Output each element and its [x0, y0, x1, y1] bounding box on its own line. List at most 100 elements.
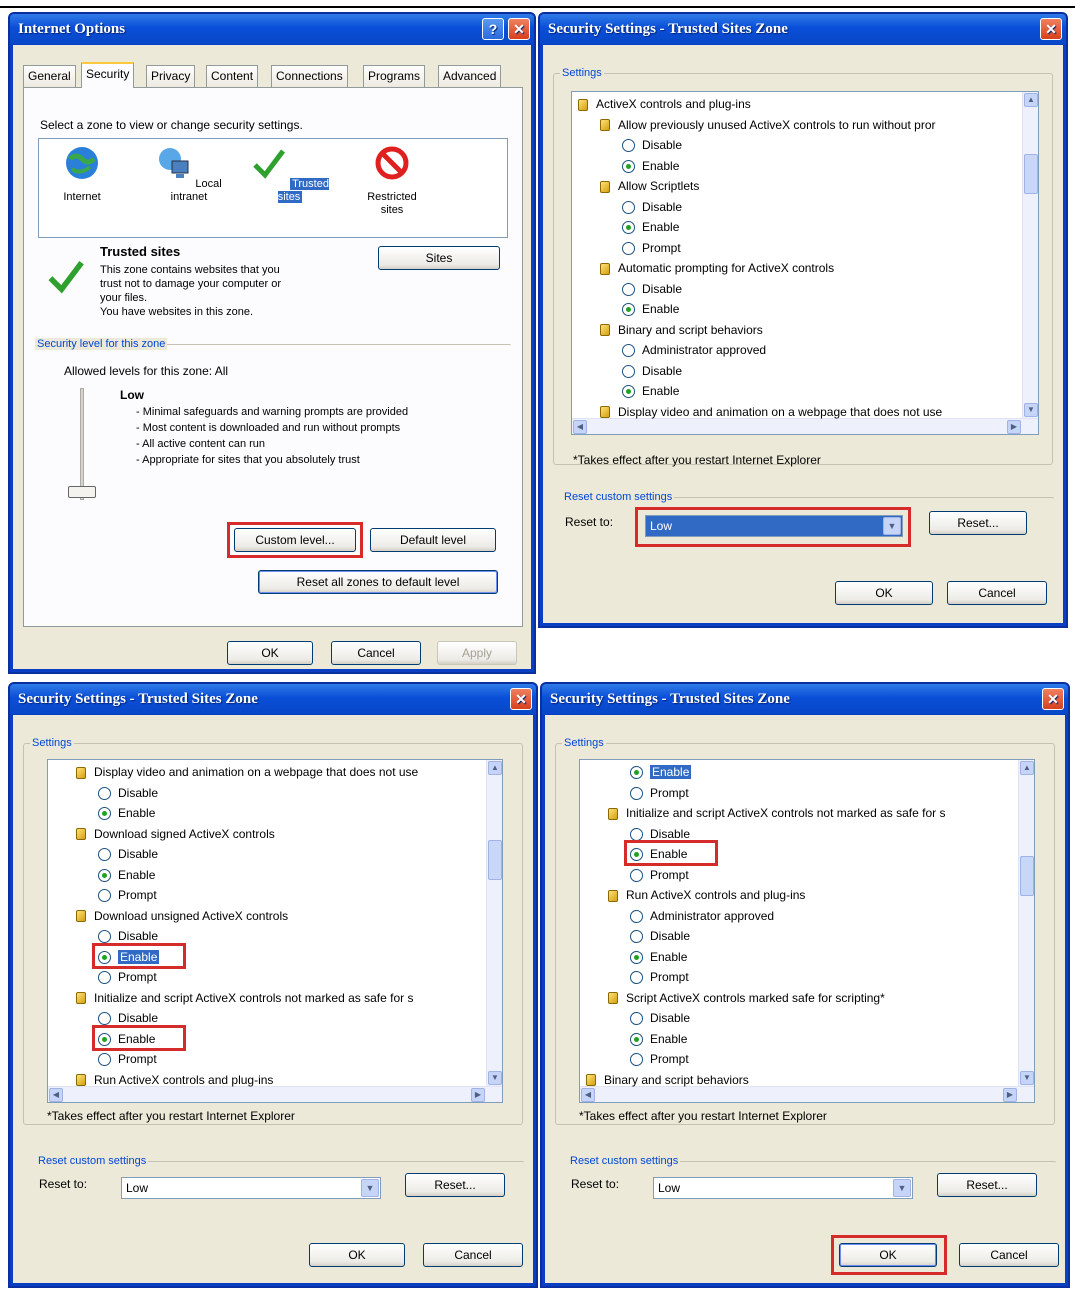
scroll-thumb[interactable] — [488, 840, 502, 880]
setting-option[interactable]: Enable — [622, 299, 679, 319]
radio-unchecked-icon[interactable] — [622, 200, 635, 214]
radio-unchecked-icon[interactable] — [98, 930, 111, 944]
setting-option[interactable]: Enable — [630, 947, 687, 967]
scroll-right-icon[interactable]: ▶ — [1007, 420, 1021, 434]
zone-internet[interactable]: Internet — [47, 145, 117, 204]
tab-content[interactable]: Content — [206, 65, 259, 87]
setting-option[interactable]: Prompt — [98, 1049, 157, 1069]
radio-unchecked-icon[interactable] — [630, 786, 643, 800]
radio-unchecked-icon[interactable] — [622, 282, 635, 296]
radio-checked-icon[interactable] — [630, 766, 643, 780]
setting-option[interactable]: Enable — [98, 803, 155, 823]
setting-option[interactable]: Enable — [622, 381, 679, 401]
radio-unchecked-icon[interactable] — [630, 1012, 643, 1026]
setting-option[interactable]: Enable — [622, 217, 679, 237]
zone-restricted-sites[interactable]: Restricted sites — [357, 145, 427, 217]
radio-unchecked-icon[interactable] — [622, 139, 635, 153]
help-button[interactable]: ? — [482, 18, 504, 40]
setting-option[interactable]: Prompt — [98, 967, 157, 987]
cancel-button[interactable]: Cancel — [947, 581, 1047, 605]
tab-advanced[interactable]: Advanced — [438, 65, 502, 87]
setting-option[interactable]: Disable — [98, 844, 158, 864]
tab-connections[interactable]: Connections — [271, 65, 348, 87]
ok-button[interactable]: OK — [309, 1243, 405, 1267]
setting-option[interactable]: Disable — [622, 279, 682, 299]
vertical-scrollbar[interactable]: ▲ ▼ — [486, 760, 502, 1086]
chevron-down-icon[interactable]: ▼ — [361, 1179, 379, 1197]
setting-option[interactable]: Disable — [622, 361, 682, 381]
close-button[interactable]: ✕ — [510, 688, 532, 710]
radio-checked-icon[interactable] — [622, 159, 635, 173]
reset-button[interactable]: Reset... — [929, 511, 1027, 535]
chevron-down-icon[interactable]: ▼ — [893, 1179, 911, 1197]
reset-button[interactable]: Reset... — [937, 1173, 1037, 1197]
radio-unchecked-icon[interactable] — [630, 868, 643, 882]
radio-unchecked-icon[interactable] — [98, 971, 111, 985]
zone-trusted-sites[interactable]: Trusted sites — [247, 145, 333, 204]
settings-list[interactable]: ▲ ▼ ◀ ▶ Enable Prompt Initialize and scrip… — [579, 759, 1035, 1103]
setting-option[interactable]: Enable — [630, 762, 692, 782]
setting-option[interactable]: Disable — [98, 783, 158, 803]
reset-to-select[interactable]: Low ▼ — [121, 1177, 381, 1199]
radio-checked-icon[interactable] — [98, 807, 111, 821]
radio-unchecked-icon[interactable] — [630, 930, 643, 944]
level-slider-track[interactable] — [80, 388, 84, 500]
reset-to-select[interactable]: Low ▼ — [653, 1177, 913, 1199]
close-button[interactable]: ✕ — [1042, 688, 1064, 710]
radio-checked-icon[interactable] — [630, 950, 643, 964]
ok-button[interactable]: OK — [227, 641, 313, 665]
radio-unchecked-icon[interactable] — [98, 889, 111, 903]
reset-button[interactable]: Reset... — [405, 1173, 505, 1197]
scroll-down-icon[interactable]: ▼ — [488, 1071, 502, 1085]
radio-checked-icon[interactable] — [98, 868, 111, 882]
apply-button[interactable]: Apply — [437, 641, 517, 665]
scroll-left-icon[interactable]: ◀ — [49, 1088, 63, 1102]
setting-option[interactable]: Prompt — [630, 1049, 689, 1069]
radio-checked-icon[interactable] — [622, 303, 635, 317]
zone-local-intranet[interactable]: Local intranet — [139, 145, 239, 204]
setting-option[interactable]: Enable — [98, 865, 155, 885]
scroll-thumb[interactable] — [1020, 856, 1034, 896]
sites-button[interactable]: Sites — [378, 246, 500, 270]
tab-security[interactable]: Security — [81, 62, 135, 88]
scroll-right-icon[interactable]: ▶ — [471, 1088, 485, 1102]
close-button[interactable]: ✕ — [1040, 18, 1062, 40]
level-slider-thumb[interactable] — [68, 486, 96, 498]
setting-option[interactable]: Prompt — [630, 967, 689, 987]
settings-list[interactable]: ▲ ▼ ◀ ▶ Display video and animation on a… — [47, 759, 503, 1103]
vertical-scrollbar[interactable]: ▲ ▼ — [1018, 760, 1034, 1086]
setting-option[interactable]: Disable — [630, 1008, 690, 1028]
cancel-button[interactable]: Cancel — [331, 641, 421, 665]
default-level-button[interactable]: Default level — [370, 528, 496, 552]
radio-checked-icon[interactable] — [630, 1032, 643, 1046]
setting-option[interactable]: Disable — [622, 197, 682, 217]
scroll-down-icon[interactable]: ▼ — [1020, 1071, 1034, 1085]
reset-all-zones-button[interactable]: Reset all zones to default level — [258, 570, 498, 594]
scroll-down-icon[interactable]: ▼ — [1024, 403, 1038, 417]
close-button[interactable]: ✕ — [508, 18, 530, 40]
tab-general[interactable]: General — [23, 65, 76, 87]
setting-option[interactable]: Disable — [622, 135, 682, 155]
setting-option[interactable]: Prompt — [630, 783, 689, 803]
scroll-left-icon[interactable]: ◀ — [581, 1088, 595, 1102]
radio-unchecked-icon[interactable] — [630, 827, 643, 841]
tab-privacy[interactable]: Privacy — [146, 65, 196, 87]
scroll-up-icon[interactable]: ▲ — [488, 761, 502, 775]
radio-unchecked-icon[interactable] — [622, 364, 635, 378]
tab-programs[interactable]: Programs — [363, 65, 426, 87]
setting-option[interactable]: Disable — [630, 926, 690, 946]
scroll-right-icon[interactable]: ▶ — [1003, 1088, 1017, 1102]
cancel-button[interactable]: Cancel — [959, 1243, 1059, 1267]
setting-option[interactable]: Administrator approved — [630, 906, 774, 926]
setting-option[interactable]: Prompt — [98, 885, 157, 905]
cancel-button[interactable]: Cancel — [423, 1243, 523, 1267]
scroll-up-icon[interactable]: ▲ — [1024, 93, 1038, 107]
radio-checked-icon[interactable] — [622, 385, 635, 399]
scroll-thumb[interactable] — [1024, 154, 1038, 194]
radio-unchecked-icon[interactable] — [98, 848, 111, 862]
radio-unchecked-icon[interactable] — [622, 344, 635, 358]
radio-unchecked-icon[interactable] — [630, 971, 643, 985]
scroll-left-icon[interactable]: ◀ — [573, 420, 587, 434]
setting-option[interactable]: Prompt — [622, 238, 681, 258]
setting-option[interactable]: Enable — [630, 1029, 687, 1049]
